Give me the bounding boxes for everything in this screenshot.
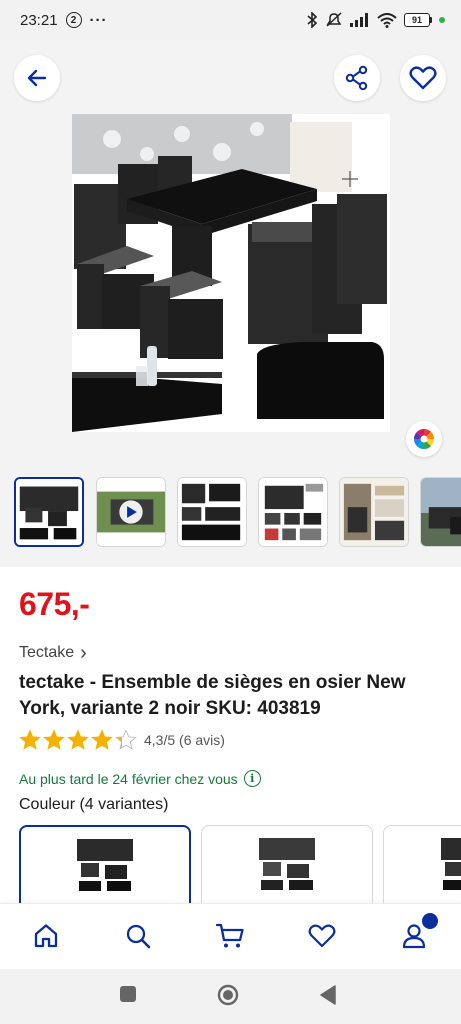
variant-image bbox=[75, 835, 135, 895]
share-button[interactable] bbox=[334, 55, 380, 101]
variant-selector[interactable] bbox=[19, 825, 461, 905]
variant-card[interactable] bbox=[383, 825, 461, 905]
star-icon bbox=[67, 729, 89, 750]
back-triangle-icon bbox=[320, 985, 336, 1005]
variant-image bbox=[439, 834, 461, 894]
signal-icon bbox=[350, 13, 368, 27]
favorite-button[interactable] bbox=[400, 55, 446, 101]
home-icon bbox=[34, 924, 58, 948]
battery-level: 91 bbox=[404, 13, 430, 27]
home-system-button[interactable] bbox=[217, 984, 239, 1011]
info-icon[interactable]: i bbox=[243, 770, 261, 787]
back-system-button[interactable] bbox=[319, 985, 337, 1010]
back-button[interactable] bbox=[14, 55, 60, 101]
thumbnail[interactable] bbox=[14, 477, 84, 547]
heart-icon bbox=[409, 66, 437, 90]
share-icon bbox=[345, 65, 368, 91]
thumbnail[interactable] bbox=[420, 477, 461, 547]
recents-icon bbox=[120, 986, 136, 1002]
home-circle-icon bbox=[217, 984, 239, 1006]
nav-wishlist[interactable] bbox=[306, 920, 338, 952]
nav-search[interactable] bbox=[122, 920, 154, 952]
variant-card[interactable] bbox=[201, 825, 373, 905]
nav-home[interactable] bbox=[30, 920, 62, 952]
notification-count-icon: 2 bbox=[65, 12, 82, 28]
product-title: tectake - Ensemble de sièges en osier Ne… bbox=[19, 672, 406, 719]
star-icon bbox=[91, 729, 113, 750]
color-variants-button[interactable] bbox=[406, 421, 442, 457]
rating-stars bbox=[19, 729, 137, 751]
delivery-text: Au plus tard le 24 février chez vous bbox=[19, 770, 238, 787]
bottom-navigation bbox=[0, 903, 461, 969]
cart-icon bbox=[215, 923, 244, 948]
brand-link[interactable]: Tectake › bbox=[19, 642, 87, 664]
search-icon bbox=[126, 924, 151, 949]
privacy-indicator bbox=[439, 17, 445, 23]
variant-card[interactable] bbox=[19, 825, 191, 905]
delivery-estimate: Au plus tard le 24 février chez vous i bbox=[19, 770, 261, 787]
mute-icon bbox=[326, 12, 342, 27]
status-bar: 23:21 2 ··· 91 bbox=[0, 0, 461, 40]
star-icon bbox=[43, 729, 65, 750]
chevron-right-icon: › bbox=[80, 642, 87, 664]
thumbnail[interactable] bbox=[177, 477, 247, 547]
variant-image bbox=[257, 834, 317, 894]
color-wheel-icon bbox=[414, 429, 434, 449]
rating-text[interactable]: 4,3/5 (6 avis) bbox=[144, 732, 225, 748]
back-arrow-icon bbox=[27, 69, 47, 87]
more-notifications-icon: ··· bbox=[89, 11, 108, 29]
price: 675,- bbox=[19, 586, 90, 622]
thumbnail-strip[interactable] bbox=[0, 475, 461, 549]
wifi-icon bbox=[377, 12, 397, 28]
star-icon bbox=[115, 729, 137, 750]
thumbnail[interactable] bbox=[339, 477, 409, 547]
system-navigation-bar bbox=[0, 969, 461, 1024]
video-thumbnail[interactable] bbox=[96, 477, 166, 547]
notification-badge bbox=[422, 913, 438, 929]
nav-account[interactable] bbox=[398, 913, 438, 952]
product-gallery bbox=[0, 40, 461, 567]
brand-name[interactable]: Tectake bbox=[19, 644, 74, 662]
battery-icon: 91 bbox=[404, 13, 432, 27]
bluetooth-icon bbox=[307, 12, 318, 28]
wishlist-icon bbox=[308, 924, 336, 948]
thumbnail[interactable] bbox=[258, 477, 328, 547]
recents-button[interactable] bbox=[119, 985, 137, 1008]
variants-heading: Couleur (4 variantes) bbox=[19, 796, 169, 813]
nav-cart[interactable] bbox=[214, 920, 246, 952]
clock: 23:21 bbox=[20, 11, 58, 29]
star-icon bbox=[19, 729, 41, 750]
product-main-image[interactable] bbox=[72, 114, 390, 432]
rating[interactable]: 4,3/5 (6 avis) bbox=[19, 729, 225, 751]
